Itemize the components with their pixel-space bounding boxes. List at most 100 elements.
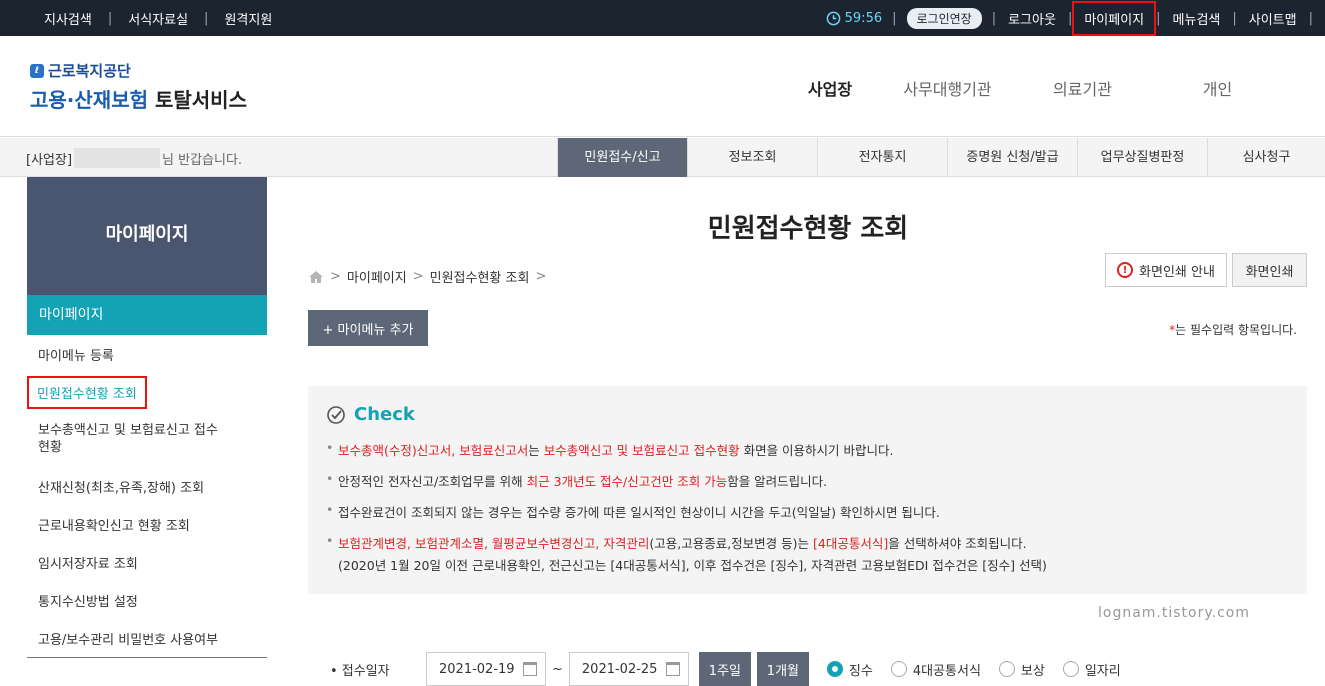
calendar-icon[interactable] [665, 662, 680, 676]
radio-selected[interactable] [826, 661, 843, 677]
sidebar-item-label: 민원접수현황 조회 [27, 375, 147, 409]
mypage-link[interactable]: 마이페이지 [1072, 0, 1157, 36]
remote-support-link[interactable]: 원격지원 [208, 9, 288, 28]
date-from-field[interactable]: 2021-02-19 [426, 652, 546, 686]
radio-unselected[interactable] [1062, 661, 1079, 677]
sidebar-item-mymenu-register[interactable]: 마이메뉴 등록 [27, 335, 267, 373]
check-text: (고용,고용종료,정보변경 등)는 [649, 536, 813, 551]
top-right-links: 59:56 | 로그인연장 | 로그아웃 | 마이페이지 | 메뉴검색 | 사이… [816, 0, 1313, 36]
main-nav-workplace[interactable]: 사업장 [780, 76, 880, 100]
check-item: 접수완료건이 조회되지 않는 경우는 접수량 증가에 따른 일시적인 현상이니 … [326, 502, 1047, 521]
main-nav-medical[interactable]: 의료기관 [1015, 76, 1150, 100]
greeting: [사업장] 님 반갑습니다. [26, 148, 242, 168]
check-emphasis: 최근 3개년도 접수/신고건만 조회 가능 [526, 474, 728, 489]
sidebar-item-industrial-accident[interactable]: 산재신청(최초,유족,장해) 조회 [27, 467, 267, 505]
calendar-icon[interactable] [523, 662, 537, 676]
print-guide-label: 화면인쇄 안내 [1139, 264, 1215, 280]
check-circle-icon [327, 405, 345, 424]
check-emphasis: 보험관계변경, 보험관계소멸, 월평균보수변경신고, 자격관리 [338, 536, 650, 551]
date-to-value: 2021-02-25 [581, 661, 658, 677]
date-from-value: 2021-02-19 [439, 661, 515, 677]
check-text: 안정적인 전자신고/조회업무를 위해 [338, 474, 527, 489]
tab-e-notice[interactable]: 전자통지 [817, 138, 947, 177]
site-logo[interactable]: ℓ 근로복지공단 고용·산재보험 토탈서비스 [30, 60, 247, 113]
add-mymenu-button[interactable]: + 마이메뉴 추가 [308, 310, 428, 346]
check-title: Check [354, 404, 415, 425]
sitemap-link[interactable]: 사이트맵 [1237, 9, 1309, 28]
check-emphasis: 보수총액(수정)신고서, 보험료신고서 [338, 443, 529, 458]
one-week-button[interactable]: 1주일 [698, 652, 751, 686]
logo-service-b: 토탈서비스 [154, 88, 247, 112]
breadcrumb-separator: > [412, 269, 424, 284]
logo-org-name: 근로복지공단 [48, 62, 131, 80]
check-item: 보험관계변경, 보험관계소멸, 월평균보수변경신고, 자격관리(고용,고용종료,… [326, 533, 1047, 574]
date-to-field[interactable]: 2021-02-25 [568, 652, 689, 686]
tab-civil-application[interactable]: 민원접수/신고 [557, 138, 687, 177]
warning-icon: ! [1117, 262, 1134, 278]
receipt-date-label: • 접수일자 [330, 663, 390, 679]
check-list: 보수총액(수정)신고서, 보험료신고서는 보수총액신고 및 보험료신고 접수현황… [326, 440, 1047, 586]
timer-value: 59:56 [844, 10, 883, 26]
check-text: 을 선택하셔야 조회됩니다. [888, 536, 1027, 551]
watermark: lognam.tistory.com [1098, 605, 1251, 621]
tab-review-request[interactable]: 심사청구 [1207, 138, 1325, 177]
main-nav-personal[interactable]: 개인 [1150, 76, 1285, 100]
breadcrumb-separator: > [330, 269, 341, 284]
radio-unselected[interactable] [998, 661, 1015, 677]
sub-bar: [사업장] 님 반갑습니다. 민원접수/신고 정보조회 전자통지 증명원 신청/… [0, 138, 1325, 177]
radio-jobs[interactable]: 일자리 [1062, 660, 1121, 679]
radio-compensation[interactable]: 보상 [998, 660, 1045, 679]
radio-label: 일자리 [1084, 663, 1121, 679]
sidebar-heading: 마이페이지 [27, 177, 267, 295]
check-text: 는 [528, 443, 544, 458]
sidebar-item-civil-status[interactable]: 민원접수현황 조회 [27, 373, 267, 411]
breadcrumb-item[interactable]: 마이페이지 [347, 267, 407, 286]
sidebar-item-label: 보수총액신고 및 보험료신고 접수현황 [38, 423, 218, 455]
sidebar-current-section[interactable]: 마이페이지 [27, 295, 267, 335]
check-item: 보수총액(수정)신고서, 보험료신고서는 보수총액신고 및 보험료신고 접수현황… [326, 440, 1047, 459]
check-item: 안정적인 전자신고/조회업무를 위해 최근 3개년도 접수/신고건만 조회 가능… [326, 471, 1047, 490]
logout-link[interactable]: 로그아웃 [996, 9, 1068, 28]
menu-search-link[interactable]: 메뉴검색 [1161, 9, 1233, 28]
top-utility-bar: 지사검색 | 서식자료실 | 원격지원 59:56 | 로그인연장 | 로그아웃… [0, 0, 1325, 36]
print-guide-button[interactable]: ! 화면인쇄 안내 [1105, 253, 1227, 287]
forms-library-link[interactable]: 서식자료실 [112, 9, 204, 28]
main-nav-agency[interactable]: 사무대행기관 [880, 76, 1015, 100]
required-text: 는 필수입력 항목입니다. [1175, 323, 1297, 337]
breadcrumb-item[interactable]: 민원접수현황 조회 [430, 267, 530, 286]
check-text: 함을 알려드립니다. [727, 474, 828, 489]
check-notice-box: Check 보수총액(수정)신고서, 보험료신고서는 보수총액신고 및 보험료신… [308, 386, 1307, 594]
tab-occupational-disease[interactable]: 업무상질병판정 [1077, 138, 1207, 177]
radio-4-common-forms[interactable]: 4대공통서식 [890, 660, 981, 679]
check-emphasis: 보수총액신고 및 보험료신고 접수현황 [543, 443, 740, 458]
print-button[interactable]: 화면인쇄 [1232, 253, 1307, 287]
check-text: 화면을 이용하시기 바랍니다. [739, 443, 894, 458]
date-range-tilde: ~ [552, 661, 563, 677]
radio-label: 보상 [1020, 663, 1045, 679]
divider: | [1308, 10, 1313, 26]
sidebar-item-work-confirmation[interactable]: 근로내용확인신고 현황 조회 [27, 505, 267, 543]
logo-mark-icon: ℓ [30, 63, 44, 78]
sidebar-item-wage-report-status[interactable]: 보수총액신고 및 보험료신고 접수현황 [27, 411, 267, 467]
login-extend-button[interactable]: 로그인연장 [906, 7, 982, 29]
greeting-prefix: [사업장] [26, 152, 73, 168]
breadcrumb: > 마이페이지 > 민원접수현황 조회 > [308, 267, 546, 286]
breadcrumb-separator: > [535, 269, 547, 284]
tab-certificate[interactable]: 증명원 신청/발급 [947, 138, 1077, 177]
sidebar-item-label: 산재신청(최초,유족,장해) 조회 [38, 480, 205, 496]
one-month-button[interactable]: 1개월 [756, 652, 809, 686]
radio-label: 징수 [848, 663, 873, 679]
sidebar-item-notice-method[interactable]: 통지수신방법 설정 [27, 581, 267, 619]
session-timer: 59:56 [816, 11, 892, 26]
home-icon[interactable] [308, 270, 324, 284]
branch-search-link[interactable]: 지사검색 [28, 9, 108, 28]
radio-collection[interactable]: 징수 [826, 660, 873, 679]
sidebar-item-temp-saved[interactable]: 임시저장자료 조회 [27, 543, 267, 581]
radio-unselected[interactable] [890, 661, 907, 677]
tab-info-inquiry[interactable]: 정보조회 [687, 138, 817, 177]
greeting-suffix: 님 반갑습니다. [162, 152, 243, 168]
masked-company-name [74, 148, 161, 168]
required-note: *는 필수입력 항목입니다. [1169, 321, 1297, 338]
sidebar-item-password-usage[interactable]: 고용/보수관리 비밀번호 사용여부 [27, 619, 267, 657]
logo-service-a: 고용·산재보험 [30, 88, 148, 112]
